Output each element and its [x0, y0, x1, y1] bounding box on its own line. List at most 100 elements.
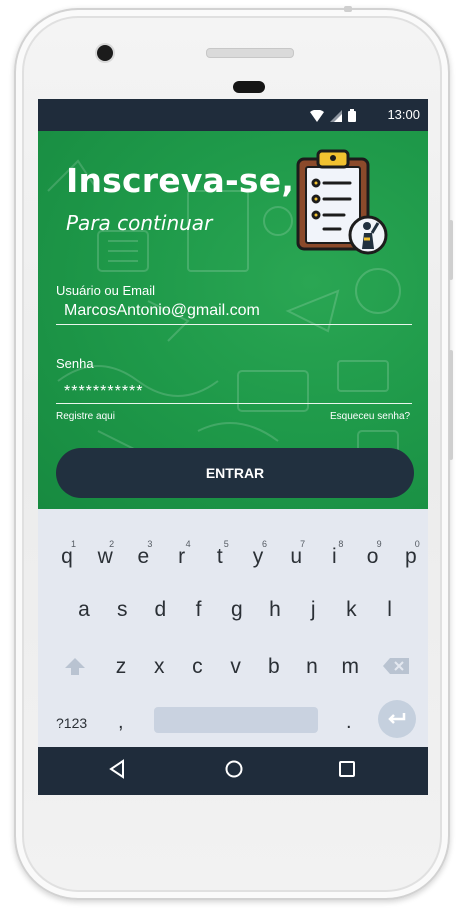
key-a[interactable]: a: [71, 597, 97, 623]
register-link[interactable]: Registre aqui: [56, 411, 115, 422]
page-title: Inscreva-se,: [66, 161, 295, 200]
password-label: Senha: [56, 356, 94, 371]
key-label: v: [230, 655, 241, 678]
key-label: a: [78, 598, 90, 621]
username-input[interactable]: MarcosAntonio@gmail.com: [64, 302, 260, 320]
forgot-password-link[interactable]: Esqueceu senha?: [330, 411, 410, 422]
wifi-icon: [310, 109, 324, 122]
key-m[interactable]: m: [337, 654, 363, 680]
key-label: i: [332, 545, 337, 568]
key-i[interactable]: 8i: [321, 539, 347, 570]
key-label: w: [97, 545, 113, 568]
front-camera: [97, 45, 113, 61]
side-button-top: [449, 220, 453, 280]
key-r[interactable]: 4r: [169, 539, 195, 570]
keyboard-enter-key[interactable]: [378, 700, 416, 738]
back-triangle-icon[interactable]: [108, 759, 126, 779]
key-label: q: [61, 545, 73, 568]
symbols-key[interactable]: ?123: [56, 715, 87, 731]
key-number-hint: 8: [338, 539, 344, 549]
key-c[interactable]: c: [184, 654, 210, 680]
key-label: k: [346, 598, 357, 621]
key-v[interactable]: v: [223, 654, 249, 680]
proximity-sensor: [233, 81, 265, 93]
key-q[interactable]: 1q: [54, 539, 80, 570]
key-label: e: [137, 545, 150, 568]
key-label: s: [116, 598, 128, 621]
earpiece-speaker: [206, 48, 294, 58]
phone-screen: 13:00 Inscreva-se, Para continuar Usuári…: [38, 99, 428, 795]
key-label: n: [306, 655, 318, 678]
key-number-hint: 0: [414, 539, 420, 549]
key-u[interactable]: 7u: [283, 539, 309, 570]
key-label: o: [366, 545, 379, 568]
key-label: u: [290, 545, 303, 568]
key-label: m: [341, 655, 359, 678]
key-p[interactable]: 0p: [398, 539, 424, 570]
key-label: g: [230, 598, 243, 621]
key-o[interactable]: 9o: [360, 539, 386, 570]
status-bar: 13:00: [38, 99, 428, 131]
username-underline: [56, 324, 412, 325]
battery-icon: [348, 109, 356, 122]
key-j[interactable]: j: [300, 597, 326, 623]
key-label: l: [387, 598, 392, 621]
key-number-hint: 4: [185, 539, 191, 549]
shift-arrow-icon[interactable]: [64, 657, 86, 677]
home-circle-icon[interactable]: [224, 759, 244, 779]
key-label: t: [216, 545, 223, 568]
key-z[interactable]: z: [108, 654, 134, 680]
enter-button[interactable]: ENTRAR: [56, 448, 414, 498]
key-label: c: [192, 655, 203, 678]
key-number-hint: 7: [300, 539, 306, 549]
key-number-hint: 5: [223, 539, 229, 549]
key-d[interactable]: d: [147, 597, 173, 623]
key-f[interactable]: f: [186, 597, 212, 623]
key-label: r: [178, 545, 186, 568]
navigation-bar: [38, 747, 428, 795]
key-label: j: [310, 598, 316, 621]
password-input[interactable]: ***********: [64, 383, 144, 401]
key-label: d: [154, 598, 167, 621]
backspace-icon[interactable]: [382, 657, 410, 675]
key-b[interactable]: b: [261, 654, 287, 680]
signup-screen: Inscreva-se, Para continuar Usuário ou E: [38, 131, 428, 509]
key-g[interactable]: g: [224, 597, 250, 623]
page-subtitle: Para continuar: [66, 211, 213, 235]
top-button: [344, 6, 352, 12]
space-key[interactable]: [154, 707, 318, 733]
key-k[interactable]: k: [338, 597, 364, 623]
key-y[interactable]: 6y: [245, 539, 271, 570]
soft-keyboard: 1q2w3e4r5t6y7u8i9o0p asdfghjkl zxcvbnm ?…: [38, 509, 428, 747]
side-button-bottom: [449, 350, 453, 460]
key-label: f: [195, 598, 202, 621]
key-w[interactable]: 2w: [92, 539, 118, 570]
enter-arrow-icon: [388, 713, 406, 724]
username-label: Usuário ou Email: [56, 283, 155, 298]
key-h[interactable]: h: [262, 597, 288, 623]
recents-square-icon[interactable]: [338, 760, 356, 778]
key-number-hint: 2: [109, 539, 115, 549]
clipboard-checklist-icon: [296, 149, 388, 255]
key-label: x: [153, 655, 165, 678]
key-number-hint: 6: [261, 539, 267, 549]
key-number-hint: 3: [147, 539, 153, 549]
key-e[interactable]: 3e: [130, 539, 156, 570]
key-number-hint: 1: [70, 539, 76, 549]
key-label: y: [252, 545, 264, 568]
key-x[interactable]: x: [146, 654, 172, 680]
key-s[interactable]: s: [109, 597, 135, 623]
status-icons: [310, 109, 356, 122]
signal-icon: [330, 109, 342, 122]
key-t[interactable]: 5t: [207, 539, 233, 570]
key-n[interactable]: n: [299, 654, 325, 680]
key-label: b: [267, 655, 280, 678]
key-label: z: [115, 655, 127, 678]
password-underline: [56, 403, 412, 404]
period-key[interactable]: .: [346, 711, 352, 734]
status-time: 13:00: [387, 107, 420, 122]
key-label: h: [269, 598, 281, 621]
key-number-hint: 9: [376, 539, 382, 549]
comma-key[interactable]: ,: [118, 711, 124, 734]
key-l[interactable]: l: [377, 597, 403, 623]
